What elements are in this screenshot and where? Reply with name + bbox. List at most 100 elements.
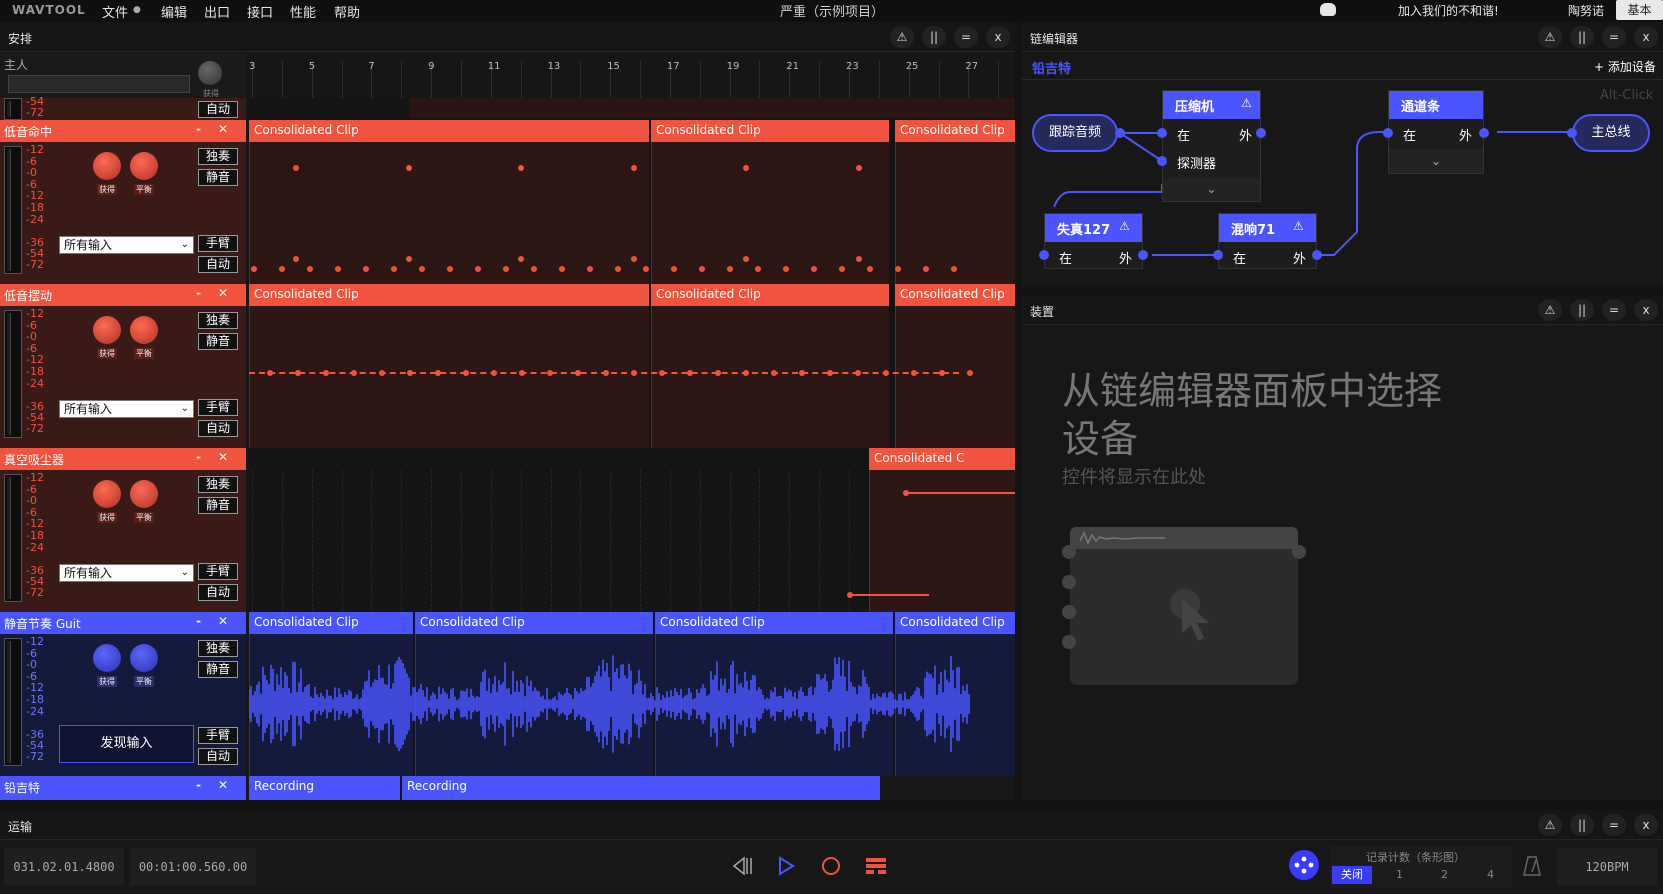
gain-knob[interactable] [93,316,121,344]
discover-input-button[interactable]: 发现输入 [59,725,194,763]
master-bus-in-port[interactable] [1567,128,1577,138]
recording-clip[interactable]: Recording [249,776,400,800]
mute-button[interactable]: 静音 [198,333,238,350]
track-name[interactable]: 静音节奏 Guit [4,615,81,632]
master-bus-node[interactable]: 主总线 [1572,114,1650,152]
alert-icon[interactable]: ⚠ [890,26,914,48]
channel-strip-header[interactable]: 通道条 [1389,91,1483,119]
pan-knob[interactable] [130,316,158,344]
channel-strip-in-port[interactable] [1383,128,1393,138]
minimize-icon[interactable]: - [196,778,201,792]
menu-icon[interactable]: = [1602,299,1626,321]
compressor-out-port[interactable] [1256,128,1266,138]
clip-header[interactable]: Consolidated Clip [249,120,649,142]
alert-icon[interactable]: ⚠ [1538,814,1562,836]
track-header[interactable]: 低音摆动 - ✕ [0,284,246,306]
pause-icon[interactable]: || [922,26,946,48]
pause-icon[interactable]: || [1570,814,1594,836]
clip-body[interactable] [651,142,889,284]
close-icon[interactable]: x [986,26,1010,48]
reverb-out-port[interactable] [1312,250,1322,260]
channel-strip-node[interactable]: 通道条 在 外 ⌄ [1388,90,1484,174]
arm-button[interactable]: 手臂 [198,727,238,744]
gain-knob[interactable] [93,644,121,672]
position-display[interactable]: 031.02.01.4800 [4,848,124,886]
mute-button[interactable]: 静音 [198,661,238,678]
rewind-icon[interactable] [732,856,754,876]
menu-interface[interactable]: 接口 [247,2,273,21]
loop-icon[interactable] [866,857,886,875]
distortion-in-port[interactable] [1039,250,1049,260]
count-in-2[interactable]: 2 [1441,868,1448,881]
count-in-4[interactable]: 4 [1487,868,1494,881]
compressor-header[interactable]: 压缩机 ⚠ [1163,91,1260,119]
close-icon[interactable]: x [1634,814,1658,836]
pan-knob[interactable] [130,152,158,180]
menu-icon[interactable]: = [954,26,978,48]
distortion-out-port[interactable] [1138,250,1148,260]
channel-strip-expand-chevron-icon[interactable]: ⌄ [1389,149,1483,173]
clip-header[interactable]: Consolidated Clip [651,284,889,306]
discord-link[interactable]: 加入我们的不和谐! [1398,2,1499,19]
auto-button[interactable]: 自动 [198,256,238,273]
arm-button[interactable]: 手臂 [198,399,238,416]
gain-knob[interactable] [93,152,121,180]
mute-button[interactable]: 静音 [198,169,238,186]
clip-body[interactable] [895,142,1015,284]
timeline-ruler[interactable]: 3 5 7 9 11 13 15 17 19 21 23 25 27 [246,53,1030,98]
reverb-in-port[interactable] [1213,250,1223,260]
mode-toggle[interactable]: 基本 [1616,0,1663,20]
track-name[interactable]: 铅吉特 [4,779,40,796]
auto-button[interactable]: 自动 [198,101,238,118]
close-icon[interactable]: ✕ [218,122,228,136]
distortion-header[interactable]: 失真127 ⚠ [1045,214,1142,242]
clip-header[interactable]: Consolidated Clip [249,284,649,306]
solo-button[interactable]: 独奏 [198,640,238,657]
clip-body[interactable] [651,306,889,448]
clip-header[interactable]: Consolidated Clip [415,612,653,634]
track-header[interactable]: 真空吸尘器 - ✕ [0,448,246,470]
pan-knob[interactable] [130,480,158,508]
compressor-alert-icon[interactable]: ⚠ [1241,96,1252,110]
minimize-icon[interactable]: - [196,286,201,300]
pan-knob[interactable] [130,644,158,672]
close-icon[interactable]: ✕ [218,450,228,464]
discord-icon[interactable] [1320,3,1336,16]
track-name[interactable]: 低音摆动 [4,287,52,304]
master-gain-knob[interactable] [198,61,222,85]
input-select[interactable]: 所有输入 ⌄ [59,564,194,582]
bpm-display[interactable]: 120BPM [1557,848,1657,886]
track-lane[interactable]: Consolidated Clip Consolidated Clip Consol… [249,120,1015,284]
track-header[interactable]: 低音命中 - ✕ [0,120,246,142]
time-display[interactable]: 00:01:00.560.00 [130,848,256,886]
menu-icon[interactable]: = [1602,814,1626,836]
track-audio-out-port[interactable] [1115,128,1125,138]
channel-strip-out-port[interactable] [1479,128,1489,138]
clip-header[interactable]: Consolidated C [869,448,1015,470]
close-icon[interactable]: ✕ [218,778,228,792]
close-icon[interactable]: x [1634,299,1658,321]
minimize-icon[interactable]: - [196,614,201,628]
clip-body[interactable] [895,306,1015,448]
partial-clip[interactable] [409,98,1015,118]
clip-header[interactable]: Consolidated Clip [895,284,1015,306]
menu-export[interactable]: 出口 [204,2,230,21]
clip-body[interactable] [249,142,649,284]
metronome-icon[interactable] [1523,856,1541,876]
metronome-dots-icon[interactable] [1289,850,1319,880]
track-lane[interactable]: Consolidated Clip Consolidated Clip Consol… [249,612,1015,776]
solo-button[interactable]: 独奏 [198,148,238,165]
distortion-alert-icon[interactable]: ⚠ [1119,219,1130,233]
recording-clip[interactable]: Recording [402,776,880,800]
input-select[interactable]: 所有输入 ⌄ [59,236,194,254]
gain-knob[interactable] [93,480,121,508]
solo-button[interactable]: 独奏 [198,476,238,493]
close-icon[interactable]: ✕ [218,614,228,628]
compressor-node[interactable]: 压缩机 ⚠ 在 外 探测器 ⌄ [1162,90,1261,202]
reverb-node[interactable]: 混响71 ⚠ 在 外 [1218,213,1317,269]
clip-header[interactable]: Consolidated Clip [651,120,889,142]
clip-body[interactable] [249,306,649,448]
track-name[interactable]: 真空吸尘器 [4,451,64,468]
track-lane[interactable]: Consolidated Clip Consolidated Clip Consol… [249,284,1015,448]
auto-button[interactable]: 自动 [198,584,238,601]
